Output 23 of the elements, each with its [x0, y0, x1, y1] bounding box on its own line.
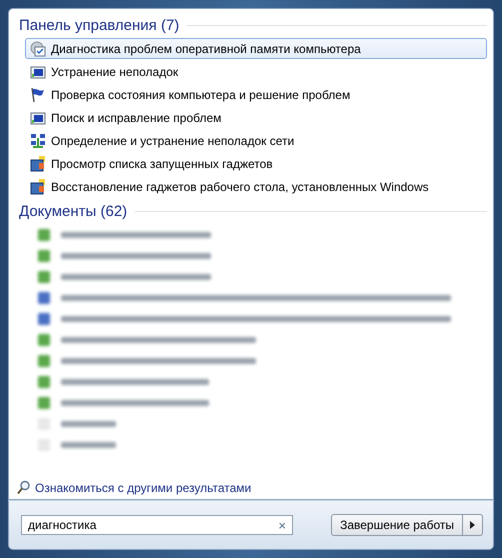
- result-item[interactable]: Определение и устранение неполадок сети: [25, 130, 487, 151]
- shutdown-options-button[interactable]: [463, 514, 483, 536]
- gear-checkmark-icon: [30, 40, 46, 56]
- result-item[interactable]: Диагностика проблем оперативной памяти компьютера: [25, 38, 487, 59]
- search-field[interactable]: диагностика ×: [21, 515, 293, 535]
- shutdown-button[interactable]: Завершение работы: [331, 514, 463, 536]
- result-item[interactable]: Поиск и исправление проблем: [25, 107, 487, 128]
- network-icon: [30, 132, 46, 148]
- search-icon: [17, 480, 31, 495]
- result-item[interactable]: Просмотр списка запущенных гаджетов: [25, 153, 487, 174]
- result-item[interactable]: Устранение неполадок: [25, 61, 487, 82]
- section-heading: Панель управления (7): [19, 17, 180, 34]
- more-results-link[interactable]: Ознакомиться с другими результатами: [17, 480, 487, 495]
- caret-icon: [470, 521, 475, 529]
- gadget-window-icon: [30, 156, 46, 172]
- monitor-icon: [30, 110, 46, 126]
- gadget-window-icon: [30, 178, 46, 194]
- result-item[interactable]: Восстановление гаджетов рабочего стола, установленных Windows: [25, 176, 487, 197]
- section-heading: Документы (62): [19, 203, 128, 220]
- flag-icon: [30, 86, 46, 102]
- result-item[interactable]: Проверка состояния компьютера и решение проблем: [25, 84, 487, 105]
- monitor-icon: [30, 64, 46, 80]
- clear-button[interactable]: ×: [278, 518, 286, 532]
